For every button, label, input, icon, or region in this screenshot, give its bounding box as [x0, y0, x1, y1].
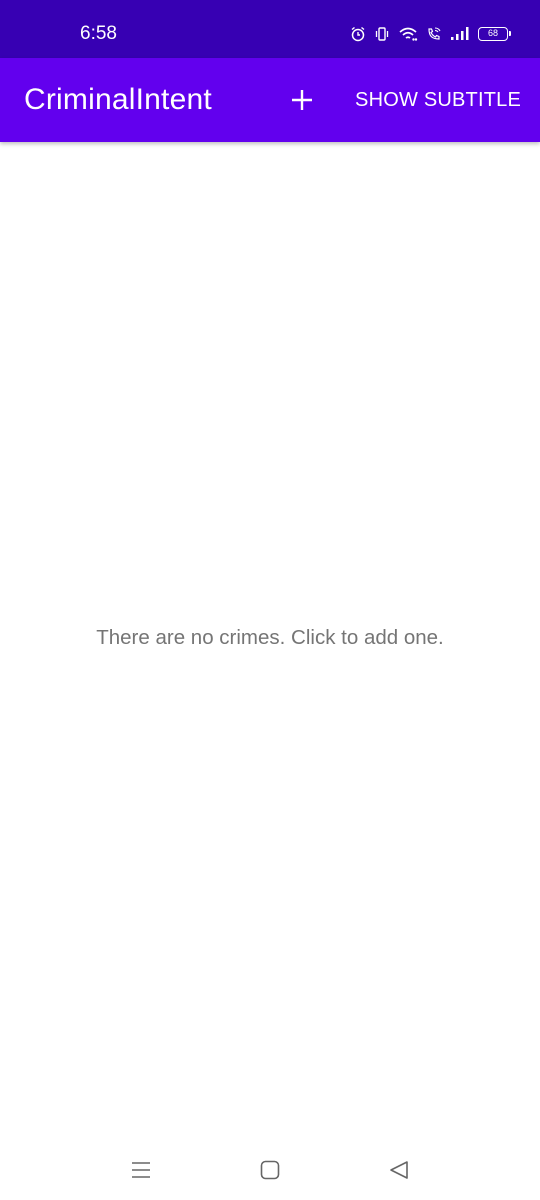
wifi-calling-icon — [426, 26, 442, 42]
battery-icon: 68 — [478, 27, 511, 41]
navigation-bar — [0, 1140, 540, 1200]
alarm-icon — [350, 26, 366, 42]
empty-state-message[interactable]: There are no crimes. Click to add one. — [0, 624, 540, 652]
home-icon — [260, 1160, 280, 1180]
home-button[interactable] — [250, 1152, 290, 1188]
menu-button[interactable] — [121, 1152, 161, 1188]
app-bar: CriminalIntent SHOW SUBTITLE — [0, 58, 540, 142]
back-icon — [390, 1161, 408, 1179]
vibrate-icon — [374, 26, 390, 42]
menu-icon — [132, 1162, 150, 1178]
add-crime-button[interactable] — [280, 78, 324, 122]
back-button[interactable] — [379, 1152, 419, 1188]
status-icons: 68 — [350, 23, 511, 45]
status-bar: 6:58 68 — [0, 0, 540, 58]
signal-icon — [450, 26, 470, 42]
app-title: CriminalIntent — [24, 83, 212, 116]
plus-icon — [292, 90, 312, 110]
status-time: 6:58 — [80, 23, 117, 44]
show-subtitle-button[interactable]: SHOW SUBTITLE — [355, 86, 521, 114]
wifi-icon — [398, 26, 418, 42]
